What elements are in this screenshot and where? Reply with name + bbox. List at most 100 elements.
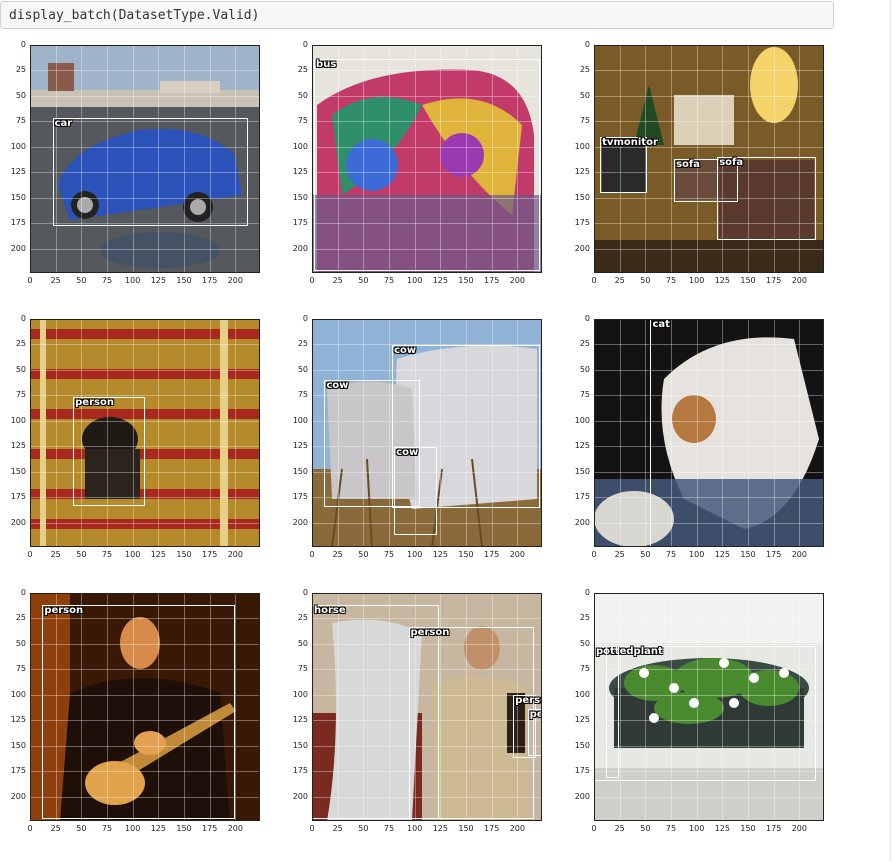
bbox-label: person [515, 694, 542, 706]
gridline-horizontal [30, 395, 260, 397]
x-tick-label: 100 [689, 276, 705, 285]
bbox-label: tvmonitor [602, 136, 658, 148]
y-tick-label: 25 [15, 339, 26, 349]
code-cell[interactable]: display_batch(DatasetType.Valid) [0, 1, 834, 29]
y-tick-label: 125 [574, 715, 590, 725]
y-tick-label: 50 [297, 364, 308, 374]
gridline-horizontal [30, 522, 260, 524]
x-tick-label: 175 [202, 824, 218, 833]
x-tick-label: 0 [309, 550, 315, 559]
x-tick-label: 75 [101, 824, 113, 833]
x-tick-label: 150 [740, 824, 756, 833]
bbox-label: person [75, 397, 114, 409]
bounding-box [312, 45, 542, 273]
x-tick-label: 75 [101, 550, 113, 559]
x-tick-label: 25 [614, 550, 625, 559]
image-plot: tvmonitor sofa sofa [594, 45, 824, 273]
x-tick-label: 25 [50, 276, 61, 285]
y-tick-label: 75 [15, 390, 26, 400]
y-tick-label: 25 [579, 339, 590, 349]
gridline-vertical [312, 319, 313, 547]
gridline-vertical [209, 319, 211, 547]
image-plot: horse person person person [312, 593, 542, 821]
x-tick-label: 175 [766, 550, 782, 559]
bbox-label: car [54, 118, 73, 130]
y-tick-label: 100 [574, 415, 590, 425]
x-tick-label: 125 [714, 276, 730, 285]
bbox-label: cow [394, 345, 417, 357]
y-tick-label: 100 [292, 415, 308, 425]
bounding-box: sofa [717, 156, 816, 241]
x-tick-label: 150 [740, 276, 756, 285]
gridline-horizontal [594, 618, 824, 620]
gridline-horizontal [30, 95, 260, 97]
x-tick-label: 100 [125, 550, 141, 559]
bbox-label: sofa [719, 156, 744, 168]
bounding-box: person [527, 709, 542, 756]
y-tick-label: 200 [292, 791, 308, 801]
bounding-box [606, 645, 619, 779]
y-tick-label: 150 [292, 466, 308, 476]
y-tick-label: 200 [292, 517, 308, 527]
y-tick-label: 125 [292, 441, 308, 451]
y-tick-label: 175 [574, 766, 590, 776]
photo-person1 [30, 319, 260, 547]
y-tick-label: 50 [579, 638, 590, 648]
x-tick-label: 25 [614, 276, 625, 285]
x-tick-label: 175 [766, 276, 782, 285]
x-tick-label: 200 [509, 550, 525, 559]
x-tick-label: 25 [332, 824, 343, 833]
x-tick-label: 125 [150, 824, 166, 833]
bbox-label: cow [326, 380, 349, 392]
y-tick-label: 175 [10, 766, 26, 776]
gridline-vertical [30, 45, 31, 273]
code-text: display_batch(DatasetType.Valid) [9, 8, 260, 23]
gridline-vertical [235, 319, 237, 547]
y-tick-label: 75 [15, 664, 26, 674]
gridline-vertical [235, 593, 237, 821]
x-tick-label: 175 [484, 824, 500, 833]
x-tick-label: 0 [309, 276, 315, 285]
gridline-horizontal [30, 420, 260, 422]
bounding-box: pottedplant [594, 645, 816, 782]
bbox-label: person [44, 605, 84, 617]
gridline-horizontal [594, 643, 824, 645]
bounding-box: cat [650, 319, 824, 547]
x-tick-label: 175 [484, 550, 500, 559]
bbox-label: sofa [676, 159, 700, 170]
bounding-box: person [42, 605, 236, 819]
gridline-horizontal [30, 593, 260, 594]
y-tick-label: 150 [574, 192, 590, 202]
x-tick-label: 50 [640, 276, 651, 285]
y-tick-label: 200 [574, 791, 590, 801]
y-tick-label: 0 [20, 40, 26, 49]
y-tick-label: 50 [579, 364, 590, 374]
y-tick-label: 0 [302, 314, 308, 323]
y-tick-label: 175 [292, 218, 308, 228]
y-tick-label: 100 [10, 689, 26, 699]
gridline-horizontal [312, 319, 542, 320]
x-tick-label: 25 [332, 276, 343, 285]
bbox-label: cat [652, 319, 670, 330]
x-tick-label: 125 [150, 550, 166, 559]
gridline-horizontal [594, 593, 824, 594]
gridline-vertical [671, 45, 672, 273]
x-tick-label: 200 [791, 550, 807, 559]
x-tick-label: 100 [689, 824, 705, 833]
y-tick-label: 75 [297, 664, 308, 674]
x-tick-label: 150 [458, 824, 474, 833]
x-tick-label: 25 [50, 824, 61, 833]
x-tick-label: 150 [458, 550, 474, 559]
y-tick-label: 175 [574, 492, 590, 502]
x-tick-label: 125 [432, 824, 448, 833]
gridline-horizontal [30, 446, 260, 448]
bounding-box: person [73, 397, 145, 507]
x-tick-label: 50 [358, 276, 369, 285]
x-tick-label: 75 [665, 824, 677, 833]
gridline-vertical [645, 319, 647, 547]
y-tick-label: 50 [297, 638, 308, 648]
bounding-box: car [52, 118, 248, 227]
image-plot: person [30, 319, 260, 547]
bbox-label: person [410, 626, 450, 638]
x-tick-label: 75 [101, 276, 113, 285]
